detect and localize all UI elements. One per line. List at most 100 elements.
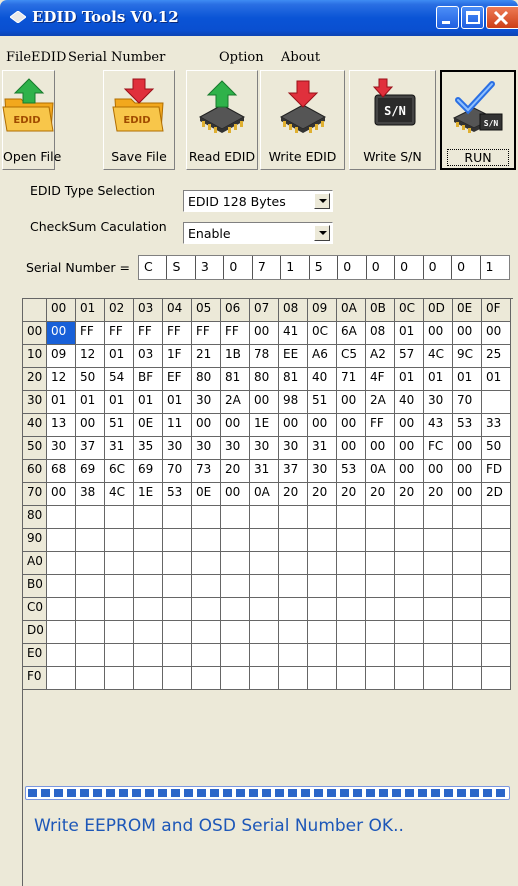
hex-cell[interactable]: 30 — [192, 437, 221, 460]
hex-cell[interactable] — [279, 621, 308, 644]
hex-cell[interactable]: 70 — [163, 460, 192, 483]
save-file-button[interactable]: EDID Save File — [103, 70, 175, 170]
hex-cell[interactable]: 00 — [250, 391, 279, 414]
hex-cell[interactable] — [221, 667, 250, 690]
hex-cell[interactable] — [134, 529, 163, 552]
serial-char-cell[interactable]: 0 — [395, 256, 424, 279]
hex-cell[interactable] — [250, 506, 279, 529]
hex-cell[interactable]: 30 — [308, 460, 337, 483]
hex-cell[interactable] — [453, 644, 482, 667]
hex-cell[interactable]: 40 — [395, 391, 424, 414]
hex-cell[interactable]: 0E — [192, 483, 221, 506]
hex-cell[interactable] — [337, 667, 366, 690]
hex-cell[interactable]: 81 — [279, 368, 308, 391]
hex-cell[interactable]: 73 — [192, 460, 221, 483]
hex-cell[interactable] — [308, 552, 337, 575]
hex-cell[interactable]: FF — [163, 322, 192, 345]
hex-cell[interactable] — [482, 529, 511, 552]
hex-cell[interactable]: FF — [366, 414, 395, 437]
serial-char-cell[interactable]: 5 — [310, 256, 339, 279]
hex-cell[interactable] — [279, 506, 308, 529]
menu-serial-number[interactable]: Serial Number — [68, 50, 165, 65]
hex-cell[interactable]: 12 — [76, 345, 105, 368]
hex-cell[interactable] — [424, 529, 453, 552]
hex-cell[interactable]: 00 — [453, 437, 482, 460]
hex-cell[interactable] — [337, 506, 366, 529]
hex-cell[interactable]: 20 — [395, 483, 424, 506]
hex-cell[interactable] — [134, 621, 163, 644]
hex-cell[interactable] — [221, 575, 250, 598]
hex-cell[interactable]: 80 — [250, 368, 279, 391]
hex-cell[interactable] — [47, 621, 76, 644]
hex-cell[interactable]: 30 — [250, 437, 279, 460]
hex-cell[interactable]: 00 — [424, 322, 453, 345]
hex-cell[interactable]: C5 — [337, 345, 366, 368]
hex-cell[interactable]: 25 — [482, 345, 511, 368]
hex-cell[interactable] — [134, 598, 163, 621]
hex-cell[interactable] — [163, 667, 192, 690]
hex-cell[interactable] — [163, 575, 192, 598]
hex-cell[interactable] — [134, 575, 163, 598]
hex-cell[interactable] — [337, 598, 366, 621]
hex-cell[interactable]: 13 — [47, 414, 76, 437]
hex-cell[interactable] — [192, 529, 221, 552]
hex-cell[interactable]: 00 — [453, 483, 482, 506]
hex-cell[interactable] — [250, 667, 279, 690]
hex-cell[interactable] — [250, 529, 279, 552]
serial-char-cell[interactable]: 1 — [281, 256, 310, 279]
hex-cell[interactable]: A6 — [308, 345, 337, 368]
hex-cell[interactable]: 30 — [424, 391, 453, 414]
hex-cell[interactable] — [366, 667, 395, 690]
hex-cell[interactable] — [163, 644, 192, 667]
hex-cell[interactable] — [308, 644, 337, 667]
close-button[interactable] — [486, 6, 518, 29]
hex-cell[interactable] — [337, 529, 366, 552]
hex-cell[interactable] — [192, 552, 221, 575]
hex-cell[interactable] — [47, 644, 76, 667]
hex-cell[interactable]: 81 — [221, 368, 250, 391]
hex-cell[interactable]: 37 — [279, 460, 308, 483]
hex-cell[interactable]: 00 — [366, 437, 395, 460]
hex-cell[interactable]: EF — [163, 368, 192, 391]
open-file-button[interactable]: EDID Open File — [1, 70, 61, 170]
hex-cell[interactable]: 98 — [279, 391, 308, 414]
hex-cell[interactable]: 53 — [337, 460, 366, 483]
hex-cell[interactable] — [76, 529, 105, 552]
hex-cell[interactable]: 20 — [424, 483, 453, 506]
hex-cell[interactable] — [279, 644, 308, 667]
hex-cell[interactable]: 1F — [163, 345, 192, 368]
hex-cell[interactable] — [395, 667, 424, 690]
hex-cell[interactable] — [47, 598, 76, 621]
hex-cell[interactable] — [279, 552, 308, 575]
hex-cell[interactable]: 00 — [395, 460, 424, 483]
hex-cell[interactable] — [424, 621, 453, 644]
hex-cell[interactable] — [337, 621, 366, 644]
hex-cell[interactable] — [192, 598, 221, 621]
hex-cell[interactable]: 01 — [482, 368, 511, 391]
hex-cell[interactable] — [105, 644, 134, 667]
hex-cell[interactable]: 0A — [366, 460, 395, 483]
hex-cell[interactable] — [395, 621, 424, 644]
menu-option[interactable]: Option — [219, 50, 264, 65]
hex-cell[interactable] — [221, 598, 250, 621]
hex-cell[interactable] — [47, 667, 76, 690]
hex-cell[interactable]: 01 — [424, 368, 453, 391]
hex-cell[interactable] — [366, 529, 395, 552]
hex-cell[interactable]: 53 — [163, 483, 192, 506]
hex-cell[interactable]: 54 — [105, 368, 134, 391]
hex-cell[interactable] — [279, 575, 308, 598]
hex-cell[interactable] — [250, 644, 279, 667]
serial-char-cell[interactable]: 0 — [338, 256, 367, 279]
hex-cell[interactable] — [76, 506, 105, 529]
hex-cell[interactable] — [366, 575, 395, 598]
title-bar[interactable]: EDID Tools V0.12 — [0, 0, 518, 36]
hex-cell[interactable]: 00 — [47, 322, 76, 345]
hex-cell[interactable]: 21 — [192, 345, 221, 368]
hex-cell[interactable]: 0A — [250, 483, 279, 506]
hex-cell[interactable] — [76, 575, 105, 598]
hex-cell[interactable]: 00 — [337, 437, 366, 460]
hex-cell[interactable]: 01 — [76, 391, 105, 414]
hex-cell[interactable] — [337, 552, 366, 575]
hex-cell[interactable] — [76, 598, 105, 621]
hex-cell[interactable]: 31 — [250, 460, 279, 483]
